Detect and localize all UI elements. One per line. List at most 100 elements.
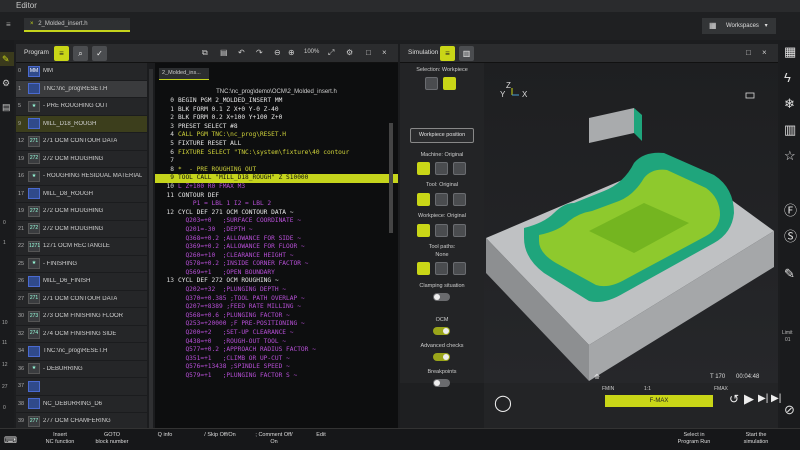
workspaces-button[interactable]: ▦ Workspaces ▾ <box>702 18 776 34</box>
workpiece-select-icon[interactable] <box>425 77 438 90</box>
list-item[interactable]: 37 <box>16 378 147 396</box>
camera-icon[interactable]: ⟰ <box>594 373 600 381</box>
machine-original-icon[interactable] <box>417 162 430 175</box>
code-editor[interactable]: 2_Molded_ins... TNC:\nc_prog\demo\OCM\2_… <box>155 63 398 428</box>
code-line[interactable]: 0 BEGIN PGM 2_MOLDED_INSERT MM <box>155 97 398 106</box>
comment-toggle-button[interactable]: ; Comment Off/On <box>252 432 296 446</box>
goto-block-button[interactable]: GOTO block number <box>92 432 132 446</box>
code-line[interactable]: 11 CONTOUR DEF <box>155 192 398 201</box>
workpiece-transparent-icon[interactable] <box>435 224 448 237</box>
file-tab[interactable]: × 2_Molded_insert.h <box>24 18 130 32</box>
list-item[interactable]: 1 TNC:\nc_prog\RESET.H <box>16 80 147 98</box>
reset-icon[interactable]: ◯ <box>494 393 512 413</box>
sim-menu-button[interactable]: ≡ <box>440 46 455 61</box>
list-item[interactable]: 39 277 277 OCM CHAMFERING <box>16 413 147 428</box>
tools-icon[interactable]: ⚙ <box>2 78 10 89</box>
lightning-icon[interactable]: ϟ <box>784 70 791 85</box>
list-item[interactable]: 9 MILL_D18_ROUGH <box>16 115 147 133</box>
sim-machine-button[interactable]: ▥ <box>459 46 474 61</box>
select-in-program-run-button[interactable]: Select in Program Run <box>672 432 716 446</box>
editor-scrollbar[interactable] <box>389 123 393 233</box>
machine-hidden-icon[interactable] <box>453 162 466 175</box>
code-line[interactable]: Q577=+0.2 ;APPROACH RADIUS FACTOR ~ <box>155 346 398 355</box>
rewind-icon[interactable]: ↺ <box>729 392 739 406</box>
code-line[interactable]: Q578=+0.2 ;INSIDE CORNER FACTOR ~ <box>155 260 398 269</box>
code-line[interactable]: 2 BLK FORM 0.2 X+100 Y+100 Z+0 <box>155 114 398 123</box>
code-line[interactable]: Q579=+1 ;PLUNGING FACTOR S ~ <box>155 372 398 381</box>
maximize-icon[interactable]: □ <box>366 48 371 57</box>
list-item[interactable]: 25 ★ - FINISHING <box>16 256 147 273</box>
code-line[interactable]: Q253=+20000 ;F PRE-POSITIONING ~ <box>155 320 398 329</box>
workpiece-wire-icon[interactable] <box>453 224 466 237</box>
search-button[interactable]: ⌕ <box>73 46 88 61</box>
tool-original-icon[interactable] <box>417 193 430 206</box>
code-line[interactable]: 5 FIXTURE RESET ALL <box>155 140 398 149</box>
workpiece-original-icon[interactable] <box>417 224 430 237</box>
feed-slider[interactable]: F-MAX <box>605 395 713 407</box>
code-line[interactable]: Q569=+1 ;OPEN BOUNDARY <box>155 269 398 278</box>
code-line[interactable]: 13 CYCL DEF 272 OCM ROUGHING ~ <box>155 277 398 286</box>
code-line[interactable]: Q203=+0 ;SURFACE COORDINATE ~ <box>155 217 398 226</box>
code-line[interactable]: Q568=+0.6 ;PLUNGING FACTOR ~ <box>155 312 398 321</box>
code-line[interactable]: Q438=+0 ;ROUGH-OUT TOOL ~ <box>155 338 398 347</box>
workpiece-position-button[interactable]: Workpiece position <box>410 128 474 143</box>
clamping-toggle[interactable] <box>433 293 450 301</box>
simulation-3d-view[interactable]: Y Z X ⟰ T 170 00:04:48 <box>484 63 778 383</box>
list-item[interactable]: 22 1271 1271 OCM RECTANGLE <box>16 238 147 256</box>
code-line[interactable]: 3 PRESET SELECT #8 <box>155 123 398 132</box>
code-line[interactable]: Q201=-30 ;DEPTH ~ <box>155 226 398 235</box>
copy-icon[interactable]: ⧉ <box>202 48 208 58</box>
tool-transparent-icon[interactable] <box>435 193 448 206</box>
list-item[interactable]: 0 MM MM <box>16 63 147 81</box>
code-line[interactable]: Q368=+0.2 ;ALLOWANCE FOR SIDE ~ <box>155 235 398 244</box>
feed-icon[interactable]: Ⓕ <box>784 200 797 219</box>
edit-button[interactable]: Edit <box>306 432 336 439</box>
code-line[interactable]: Q369=+0.2 ;ALLOWANCE FOR FLOOR ~ <box>155 243 398 252</box>
code-line[interactable]: Q202=+32 ;PLUNGING DEPTH ~ <box>155 286 398 295</box>
editor-tab[interactable]: 2_Molded_ins... <box>159 68 209 80</box>
expand-icon[interactable]: ⤢ <box>328 48 334 58</box>
toolpath-none-icon[interactable] <box>417 262 430 275</box>
settings-icon[interactable]: ⚙ <box>346 48 353 57</box>
redo-icon[interactable]: ↷ <box>256 48 263 57</box>
code-line[interactable]: Q207=+8389 ;FEED RATE MILLING ~ <box>155 303 398 312</box>
menu-icon[interactable]: ≡ <box>6 20 11 29</box>
code-line[interactable]: 8 * - PRE ROUGHING OUT <box>155 166 398 175</box>
code-line[interactable]: P1 = LBL 1 I2 = LBL 2 <box>155 200 398 209</box>
close-icon[interactable]: × <box>30 21 34 27</box>
list-item[interactable]: 12 271 271 OCM CONTOUR DATA <box>16 133 147 151</box>
list-item[interactable]: 34 TNC:\nc_prog\RESET.H <box>16 343 147 361</box>
single-step-icon[interactable]: ▶| <box>758 393 768 404</box>
check-button[interactable]: ✓ <box>92 46 107 61</box>
toolpath-points-icon[interactable] <box>453 262 466 275</box>
table-icon[interactable]: ▤ <box>2 102 11 113</box>
play-icon[interactable]: ▶ <box>744 391 754 407</box>
close-panel-icon[interactable]: × <box>762 48 767 57</box>
power-icon[interactable]: ⊘ <box>784 402 795 418</box>
code-line[interactable]: Q200=+2 ;SET-UP CLEARANCE ~ <box>155 329 398 338</box>
list-item[interactable]: 27 271 271 OCM CONTOUR DATA <box>16 291 147 308</box>
fast-forward-icon[interactable]: ▶| <box>771 393 781 404</box>
splitter[interactable] <box>147 63 155 429</box>
code-line[interactable]: 12 CYCL DEF 271 OCM CONTOUR DATA ~ <box>155 209 398 218</box>
list-item[interactable]: 17 MILL_D8_ROUGH <box>16 186 147 203</box>
code-line[interactable]: 4 CALL PGM TNC:\nc_prog\RESET.H <box>155 131 398 140</box>
start-simulation-button[interactable]: Start the simulation <box>732 432 780 446</box>
list-item[interactable]: 32 274 274 OCM FINISHING SIDE <box>16 326 147 343</box>
maximize-icon[interactable]: □ <box>746 48 751 57</box>
code-line[interactable]: Q351=+1 ;CLIMB OR UP-CUT ~ <box>155 355 398 364</box>
list-item[interactable]: 26 MILL_D6_FINISH <box>16 273 147 291</box>
code-line[interactable]: Q260=+10 ;CLEARANCE HEIGHT ~ <box>155 252 398 261</box>
list-item[interactable]: 38 NC_DEBURRING_D6 <box>16 396 147 413</box>
structure-button[interactable]: ≡ <box>54 46 69 61</box>
close-panel-icon[interactable]: × <box>382 48 387 57</box>
list-item[interactable]: 19 272 272 OCM ROUGHING <box>16 203 147 221</box>
skip-toggle-button[interactable]: / Skip Off/On <box>198 432 242 439</box>
tool-hidden-icon[interactable] <box>453 193 466 206</box>
zoom-out-icon[interactable]: ⊖ <box>274 48 281 57</box>
advanced-toggle[interactable] <box>433 353 450 361</box>
machine-icon[interactable]: ▥ <box>784 122 796 138</box>
zoom-in-icon[interactable]: ⊕ <box>288 48 295 57</box>
star-icon[interactable]: ☆ <box>784 148 796 164</box>
list-item[interactable]: 21 272 272 OCM ROUGHING <box>16 221 147 238</box>
